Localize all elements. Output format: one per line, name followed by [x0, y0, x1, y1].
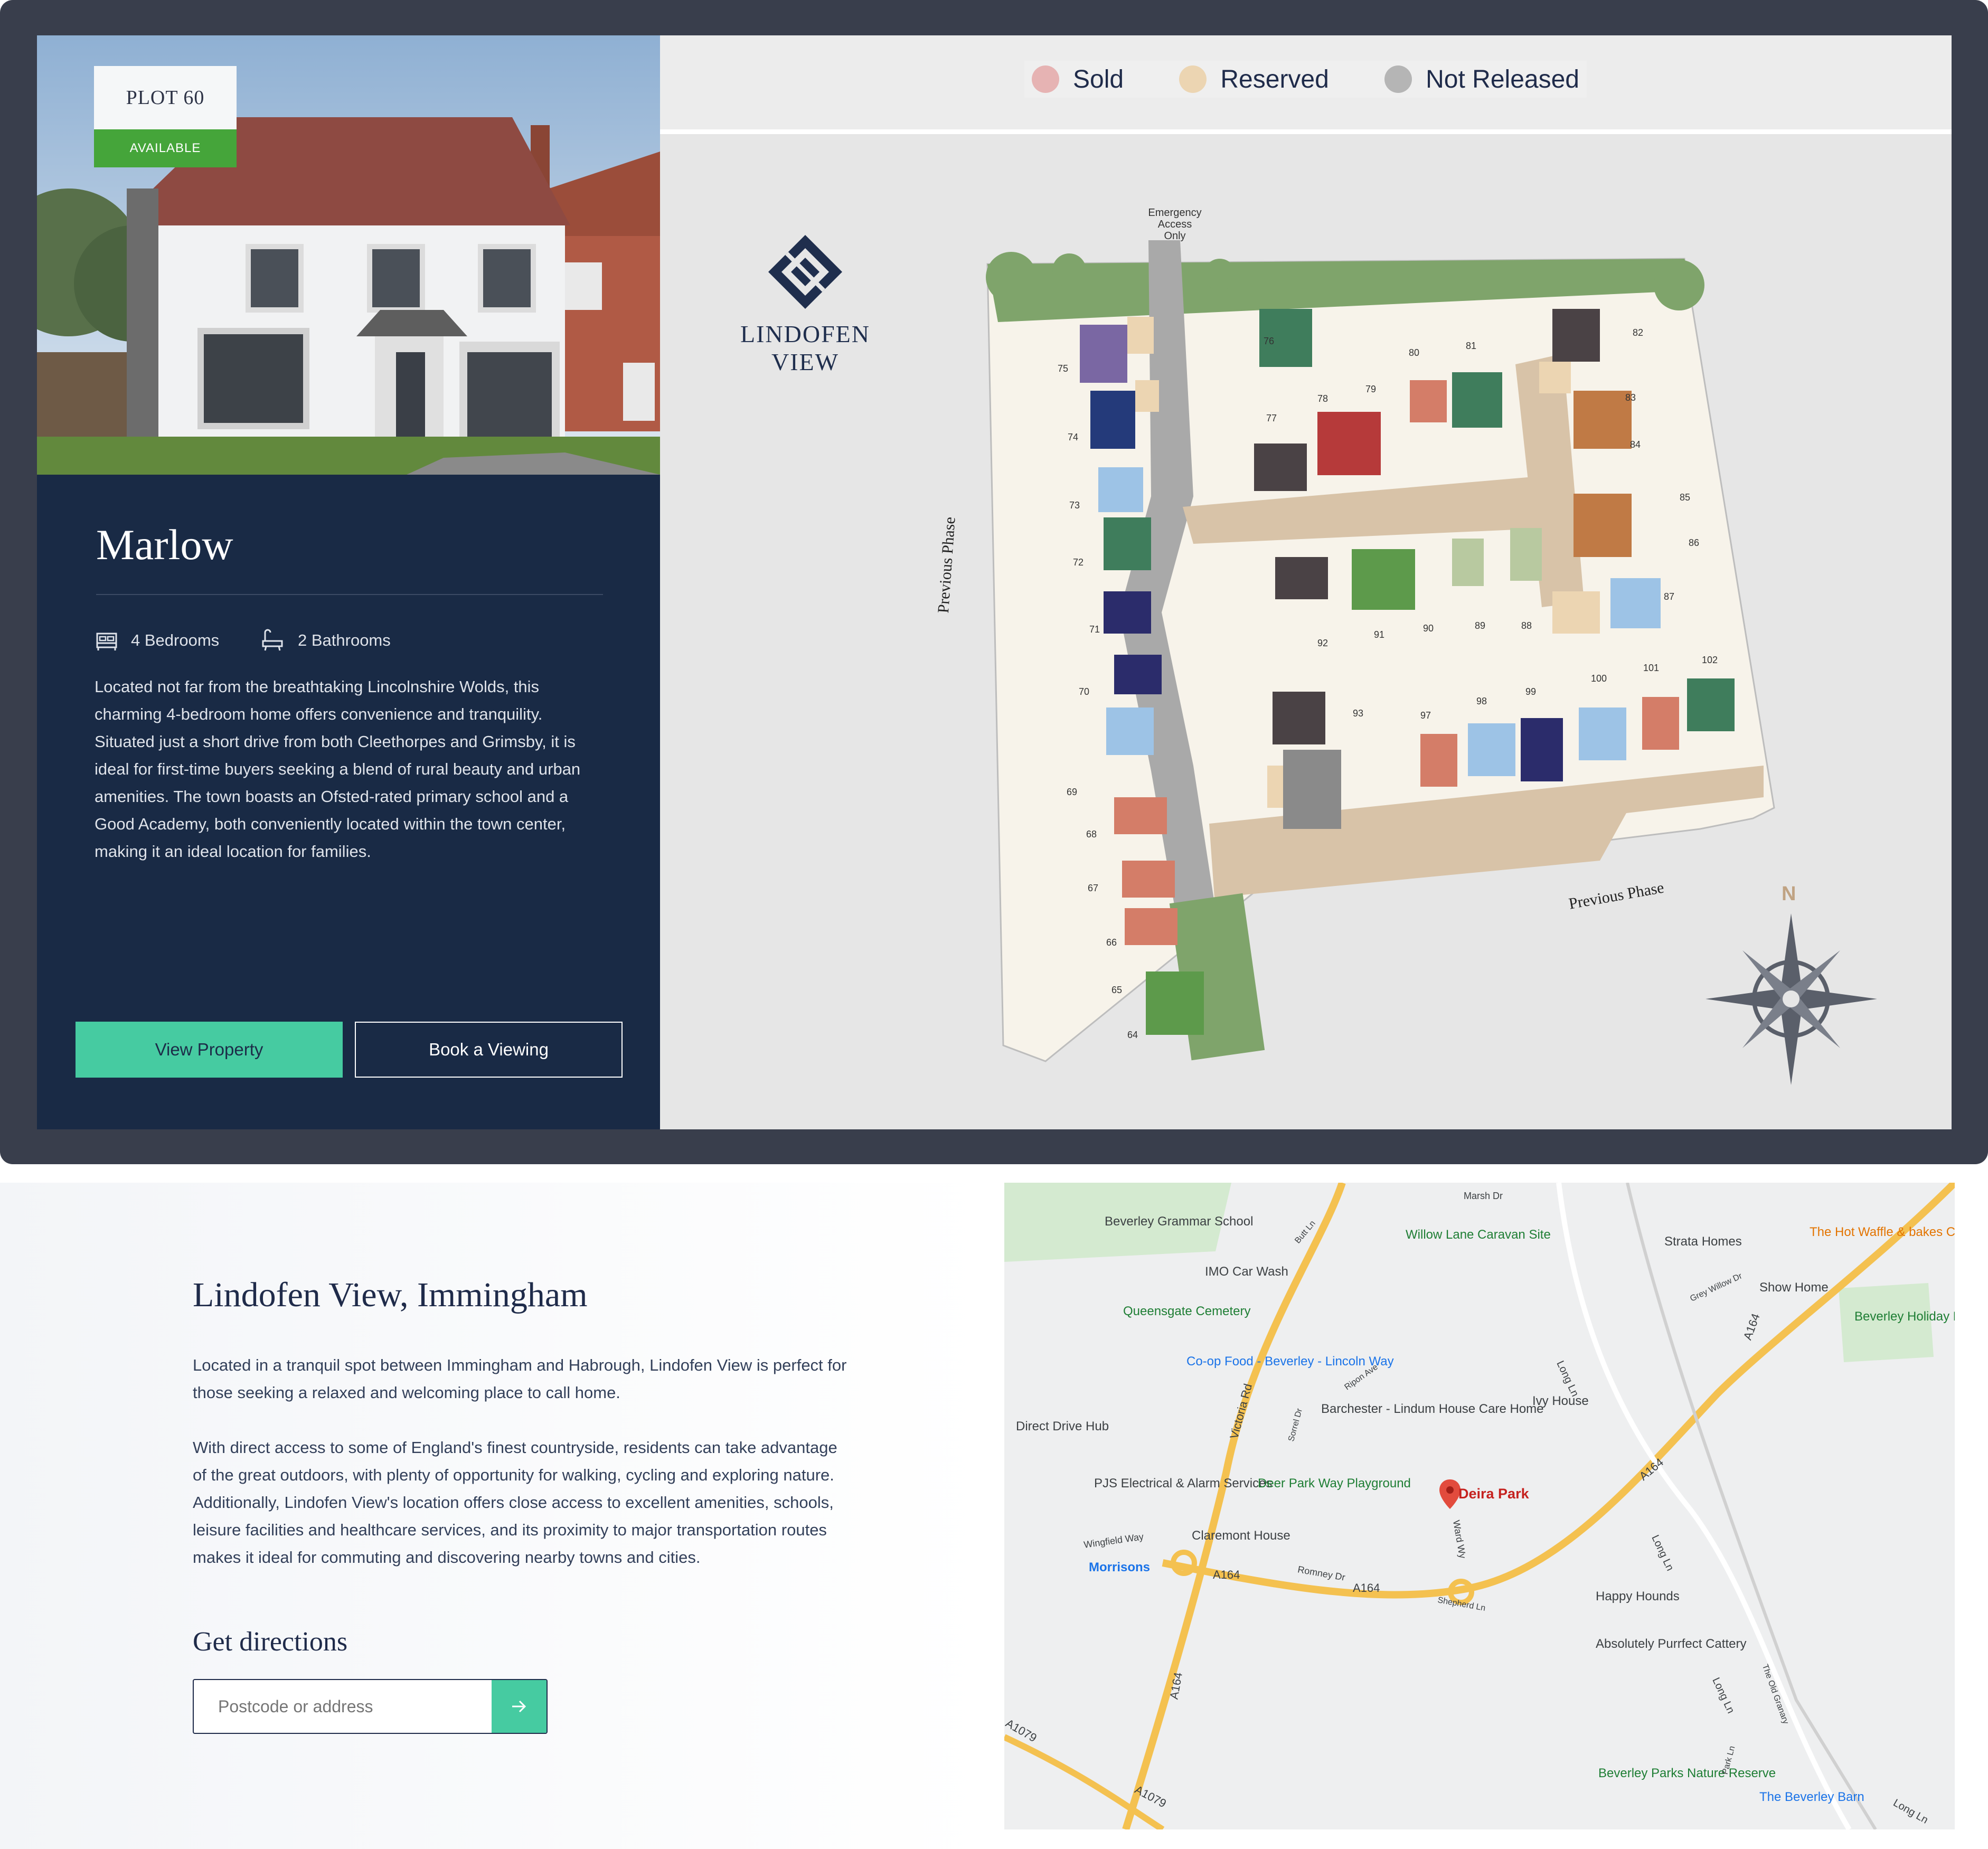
plot-number-92[interactable]: 92 — [1317, 638, 1328, 649]
legend-reserved: Reserved — [1179, 65, 1329, 94]
plot-number-73[interactable]: 73 — [1069, 500, 1080, 511]
emergency-access-label: Emergency Access Only — [1148, 207, 1202, 242]
plot-number-79[interactable]: 79 — [1365, 384, 1376, 395]
legend-sold-label: Sold — [1073, 65, 1124, 93]
location-title: Lindofen View, Immingham — [193, 1276, 588, 1314]
map-label-nature-reserve[interactable]: Beverley Parks Nature Reserve — [1598, 1766, 1776, 1781]
plot-number-badge: PLOT 60 — [94, 66, 237, 129]
map-label-claremont[interactable]: Claremont House — [1192, 1529, 1290, 1543]
map-label-barchester[interactable]: Barchester - Lindum House Care Home — [1321, 1402, 1544, 1417]
plot-number-77[interactable]: 77 — [1266, 413, 1277, 424]
map-label-deira-park[interactable]: Deira Park — [1458, 1486, 1529, 1502]
plot-number-90[interactable]: 90 — [1423, 623, 1434, 634]
directions-form — [193, 1679, 548, 1734]
map-label-strata[interactable]: Strata Homes — [1664, 1234, 1742, 1249]
legend-not-released: Not Released — [1384, 65, 1579, 94]
plot-number-83[interactable]: 83 — [1625, 392, 1636, 403]
plot-number-76[interactable]: 76 — [1264, 336, 1274, 347]
plot-number-98[interactable]: 98 — [1476, 696, 1487, 707]
view-property-button[interactable]: View Property — [76, 1022, 343, 1078]
map-label-show-home[interactable]: Show Home — [1759, 1280, 1829, 1295]
plot-number-88[interactable]: 88 — [1521, 620, 1532, 631]
map-label-cattery[interactable]: Absolutely Purrfect Cattery — [1596, 1637, 1746, 1652]
plot-number-80[interactable]: 80 — [1409, 347, 1419, 359]
map-label-pjs[interactable]: PJS Electrical & Alarm Services — [1094, 1476, 1272, 1491]
bed-icon — [95, 628, 118, 652]
plot-number-72[interactable]: 72 — [1073, 557, 1083, 568]
plot-number-86[interactable]: 86 — [1689, 537, 1699, 549]
property-description: Located not far from the breathtaking Li… — [95, 677, 581, 861]
map-label-barn[interactable]: The Beverley Barn — [1759, 1790, 1864, 1805]
map-label-willow[interactable]: Willow Lane Caravan Site — [1406, 1228, 1551, 1242]
map-label-direct-drive[interactable]: Direct Drive Hub — [1016, 1419, 1109, 1434]
map-road-a164-central: A164 — [1353, 1581, 1380, 1595]
plot-number-74[interactable]: 74 — [1068, 432, 1078, 443]
bedrooms-count: 4 Bedrooms — [131, 631, 220, 649]
plot-number-78[interactable]: 78 — [1317, 393, 1328, 404]
legend-not-released-label: Not Released — [1426, 65, 1579, 93]
plot-number-66[interactable]: 66 — [1106, 937, 1117, 948]
availability-legend: Sold Reserved Not Released — [1024, 61, 1587, 98]
plot-number-69[interactable]: 69 — [1067, 787, 1077, 798]
bath-icon — [261, 628, 284, 652]
postcode-input[interactable] — [194, 1680, 493, 1733]
legend-reserved-label: Reserved — [1220, 65, 1329, 93]
plot-number-64[interactable]: 64 — [1127, 1030, 1138, 1041]
lindofen-logo-icon — [766, 232, 845, 312]
directions-submit-button[interactable] — [492, 1680, 547, 1733]
plot-number-67[interactable]: 67 — [1088, 883, 1098, 894]
map-label-deer-park[interactable]: Deer Park Way Playground — [1258, 1476, 1411, 1491]
plot-number-93[interactable]: 93 — [1353, 708, 1363, 719]
compass-rose-icon — [1706, 913, 1877, 1085]
map-road-marsh-dr: Marsh Dr — [1464, 1191, 1503, 1201]
plot-number-65[interactable]: 65 — [1111, 985, 1122, 996]
plot-number-84[interactable]: 84 — [1630, 439, 1641, 450]
directions-heading: Get directions — [193, 1627, 348, 1657]
map-label-cemetery[interactable]: Queensgate Cemetery — [1123, 1304, 1250, 1319]
not-released-swatch — [1384, 65, 1412, 93]
legend-sold: Sold — [1032, 65, 1124, 94]
divider — [96, 594, 603, 595]
house-name: Marlow — [96, 521, 233, 569]
plot-number-71[interactable]: 71 — [1089, 624, 1100, 635]
map-label-coop[interactable]: Co-op Food - Beverley - Lincoln Way — [1186, 1354, 1394, 1369]
plot-number-89[interactable]: 89 — [1475, 620, 1485, 631]
location-map[interactable]: Deira Park Beverley Grammar School IMO C… — [1004, 1183, 1955, 1829]
availability-badge: AVAILABLE — [94, 129, 237, 167]
bathrooms-count: 2 Bathrooms — [298, 631, 391, 649]
map-label-holiday-park[interactable]: Beverley Holiday Park — [1854, 1309, 1955, 1324]
book-viewing-button[interactable]: Book a Viewing — [355, 1022, 623, 1078]
plot-number-75[interactable]: 75 — [1058, 363, 1068, 374]
plot-number-81[interactable]: 81 — [1466, 341, 1476, 352]
map-roads — [1004, 1183, 1955, 1829]
map-label-happy-hounds[interactable]: Happy Hounds — [1596, 1589, 1680, 1604]
location-detail-paragraph: With direct access to some of England's … — [193, 1438, 837, 1567]
plot-number-99[interactable]: 99 — [1525, 686, 1536, 697]
compass-north-label: N — [1782, 883, 1796, 905]
plot-number-102[interactable]: 102 — [1702, 655, 1718, 666]
location-intro-paragraph: Located in a tranquil spot between Immin… — [193, 1356, 847, 1402]
reserved-swatch — [1179, 65, 1207, 93]
plot-number-70[interactable]: 70 — [1079, 686, 1089, 697]
map-label-waffle[interactable]: The Hot Waffle & bakes Co — [1810, 1225, 1955, 1240]
plot-number-85[interactable]: 85 — [1680, 492, 1690, 503]
map-label-grammar-school[interactable]: Beverley Grammar School — [1105, 1214, 1253, 1229]
map-label-morrisons[interactable]: Morrisons — [1089, 1560, 1150, 1575]
development-brand-name: LINDOFEN VIEW — [740, 320, 870, 375]
plot-number-82[interactable]: 82 — [1633, 327, 1643, 338]
plot-number-87[interactable]: 87 — [1664, 591, 1674, 602]
plot-number-91[interactable]: 91 — [1374, 629, 1384, 640]
plot-number-100[interactable]: 100 — [1591, 673, 1607, 684]
arrow-right-icon — [512, 1700, 526, 1713]
plot-number-68[interactable]: 68 — [1086, 829, 1097, 840]
sold-swatch — [1032, 65, 1059, 93]
map-road-a164-west: A164 — [1213, 1568, 1240, 1581]
plot-number-101[interactable]: 101 — [1643, 663, 1659, 674]
plot-number-97[interactable]: 97 — [1420, 710, 1431, 721]
map-label-imo[interactable]: IMO Car Wash — [1205, 1265, 1288, 1279]
map-label-ivy-house[interactable]: Ivy House — [1532, 1394, 1589, 1409]
